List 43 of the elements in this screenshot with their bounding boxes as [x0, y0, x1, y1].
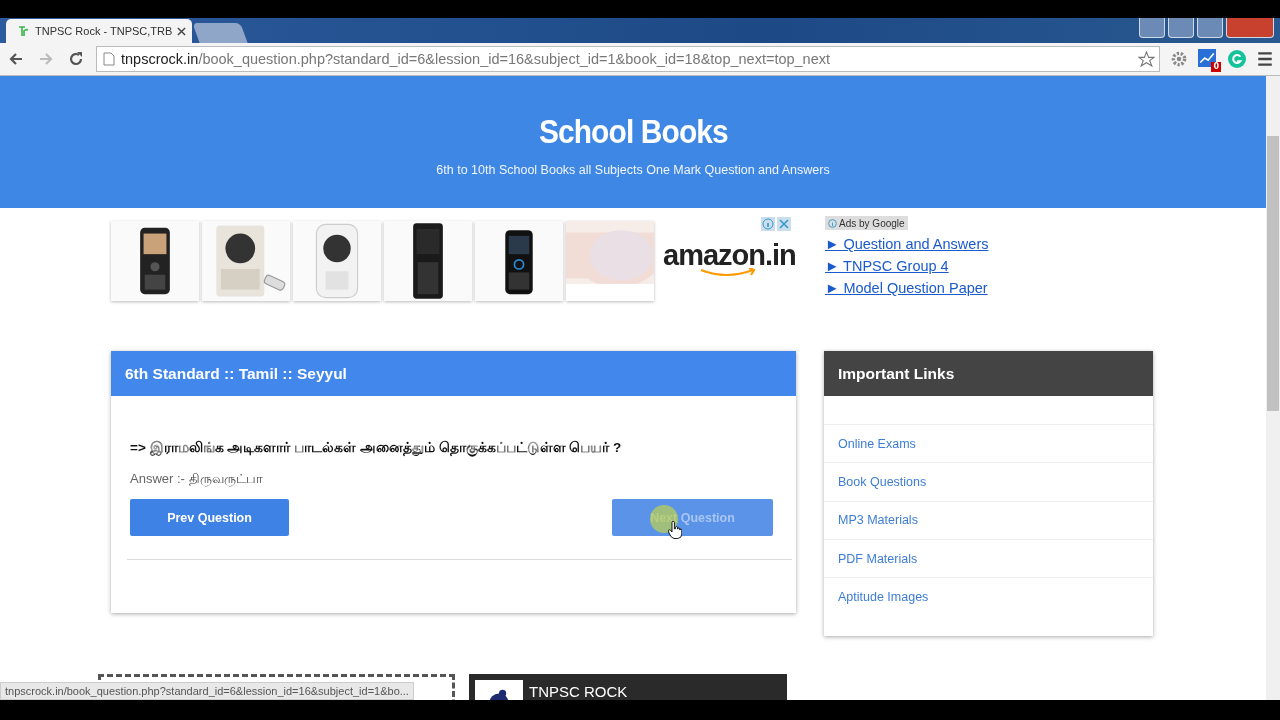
ad-link[interactable]: ► TNPSC Group 4 [825, 256, 989, 276]
gear-icon[interactable] [1170, 50, 1188, 68]
sidebar-link[interactable]: Online Exams [838, 436, 916, 451]
profile-button[interactable] [1139, 18, 1165, 38]
sidebar-link[interactable]: PDF Materials [838, 551, 918, 566]
answer-label: Answer :- [130, 471, 185, 488]
close-button[interactable] [1226, 18, 1274, 38]
card-title: 6th Standard :: Tamil :: Seyyul [111, 351, 796, 396]
notification-badge: 0 [1211, 62, 1221, 72]
sidebar-link[interactable]: Book Questions [838, 474, 927, 489]
reload-icon[interactable] [68, 51, 84, 67]
sidebar-link[interactable]: Aptitude Images [838, 589, 929, 604]
page-subtitle: 6th to 10th School Books all Subjects One Mark Question and Answers [436, 163, 830, 177]
minimize-button[interactable] [1168, 18, 1194, 38]
question-text: => இராமலிங்க அடிகளார் பாடல்கள் அனைத்தும் தொகுக்கப்பட்டுள்ள பெயர் ? [130, 440, 623, 457]
page-title: School Books [538, 112, 728, 151]
answer-text: திருவருட்பா [188, 471, 263, 488]
browser-tab[interactable] [192, 23, 248, 43]
ads-label: Ads by Google [825, 216, 908, 230]
back-icon[interactable] [8, 51, 24, 67]
maximize-button[interactable] [1197, 18, 1223, 38]
status-bubble: tnpscrock.in/book_question.php?standard_id=6&lession_id=16&subject_id=1&bo... [0, 682, 414, 700]
sidebar-link[interactable]: MP3 Materials [838, 513, 918, 528]
forward-icon[interactable] [38, 51, 54, 67]
scrollbar-thumb[interactable] [1267, 136, 1279, 411]
brand-logo-text: amazon.in [663, 239, 796, 272]
sidebar-title: Important Links [824, 351, 1153, 396]
ad-choices-icon[interactable] [761, 217, 791, 231]
info-icon [828, 218, 837, 228]
site-icon [18, 25, 30, 37]
close-tab-icon[interactable] [177, 26, 187, 36]
hand-cursor-icon [668, 521, 682, 539]
panel-title: TNPSC ROCK [529, 682, 628, 700]
chart-extension-icon[interactable]: 0 [1198, 49, 1218, 69]
ad-link[interactable]: ► Model Question Paper [825, 278, 989, 298]
grammar-extension-icon[interactable] [1228, 50, 1246, 68]
browser-tab[interactable]: TNPSC Rock - TNPSC,TRB [6, 19, 192, 43]
address-bar[interactable]: tnpscrock.in/book_question.php?standard_id=6&lession_id=16&subject_id=1&book_id=18&top_next=top_next [96, 46, 1160, 72]
page-icon [103, 52, 115, 66]
ad-link[interactable]: ► Question and Answers [825, 234, 989, 254]
bookmark-star-icon[interactable] [1138, 50, 1155, 68]
menu-icon[interactable] [1256, 50, 1274, 68]
prev-question-button[interactable]: Prev Question [130, 499, 289, 536]
